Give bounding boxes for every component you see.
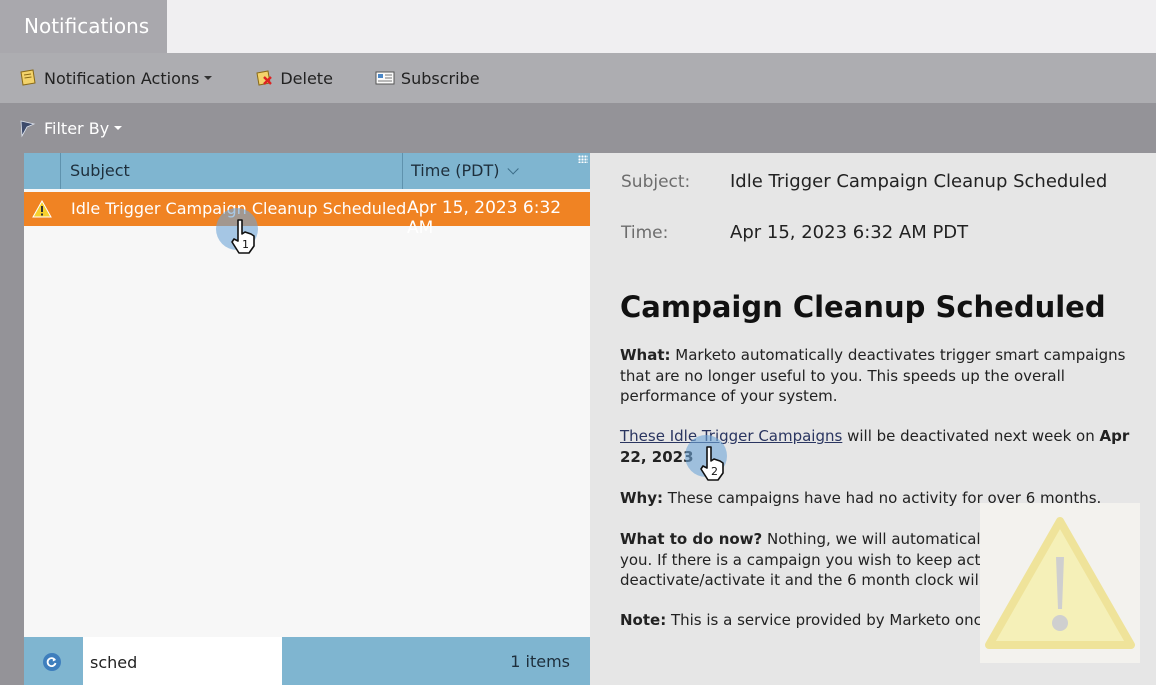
delete-icon bbox=[254, 68, 274, 88]
delete-button[interactable]: Delete bbox=[254, 68, 333, 88]
annotation-number: 1 bbox=[242, 238, 249, 251]
filter-bar: Filter By bbox=[0, 103, 1156, 153]
subject-value: Idle Trigger Campaign Cleanup Scheduled bbox=[730, 171, 1108, 192]
notification-list: Subject Time (PDT) Idle Trigger Campaign… bbox=[24, 153, 590, 685]
filter-by-button[interactable]: Filter By bbox=[18, 118, 123, 138]
time-value: Apr 15, 2023 6:32 AM PDT bbox=[730, 222, 969, 243]
why-label: Why: bbox=[620, 489, 664, 507]
caret-down-icon bbox=[204, 76, 213, 80]
refresh-icon[interactable] bbox=[43, 653, 61, 671]
resize-grip-icon[interactable] bbox=[578, 155, 588, 163]
what-label: What: bbox=[620, 346, 671, 364]
deactivation-text: will be deactivated next week on bbox=[842, 427, 1100, 445]
sort-desc-icon bbox=[507, 162, 520, 175]
subscribe-icon bbox=[375, 68, 395, 88]
notification-icon bbox=[18, 68, 38, 88]
filter-icon bbox=[18, 118, 38, 138]
what-paragraph: What: Marketo automatically deactivates … bbox=[620, 345, 1140, 407]
what-text: Marketo automatically deactivates trigge… bbox=[620, 346, 1126, 405]
subject-label: Subject: bbox=[621, 172, 691, 192]
column-divider[interactable] bbox=[402, 153, 403, 189]
time-label: Time: bbox=[621, 223, 669, 243]
large-warning-icon bbox=[980, 503, 1140, 663]
toolbar: Notification Actions Delete Subscribe bbox=[0, 53, 1156, 103]
subscribe-label: Subscribe bbox=[400, 68, 480, 88]
row-time: Apr 15, 2023 6:32 AM bbox=[407, 198, 562, 238]
note-label: Note: bbox=[620, 611, 667, 629]
todo-label: What to do now? bbox=[620, 530, 763, 548]
annotation-number: 2 bbox=[711, 465, 718, 478]
column-header-time-label: Time (PDT) bbox=[411, 161, 500, 180]
detail-title: Campaign Cleanup Scheduled bbox=[620, 290, 1106, 324]
list-status-bar: sched 1 items bbox=[24, 637, 590, 685]
caret-down-icon bbox=[114, 126, 123, 130]
search-input[interactable]: sched bbox=[83, 637, 282, 685]
table-row[interactable]: Idle Trigger Campaign Cleanup Scheduled … bbox=[24, 192, 590, 238]
left-frame bbox=[0, 153, 24, 685]
notification-actions-button[interactable]: Notification Actions bbox=[18, 68, 213, 88]
item-count: 1 items bbox=[510, 652, 570, 671]
notification-actions-label: Notification Actions bbox=[44, 68, 200, 88]
filter-by-label: Filter By bbox=[44, 118, 110, 138]
subscribe-button[interactable]: Subscribe bbox=[375, 68, 480, 88]
list-header: Subject Time (PDT) bbox=[24, 153, 590, 189]
click-annotation-2: 2 bbox=[685, 435, 739, 489]
delete-label: Delete bbox=[280, 68, 333, 88]
column-divider bbox=[60, 153, 61, 189]
warning-icon bbox=[24, 200, 60, 218]
click-annotation-1: 1 bbox=[216, 208, 270, 262]
tab-bar: Notifications bbox=[0, 0, 1156, 53]
column-header-subject[interactable]: Subject bbox=[70, 161, 130, 180]
column-header-time[interactable]: Time (PDT) bbox=[411, 161, 520, 180]
tab-notifications[interactable]: Notifications bbox=[0, 0, 167, 53]
